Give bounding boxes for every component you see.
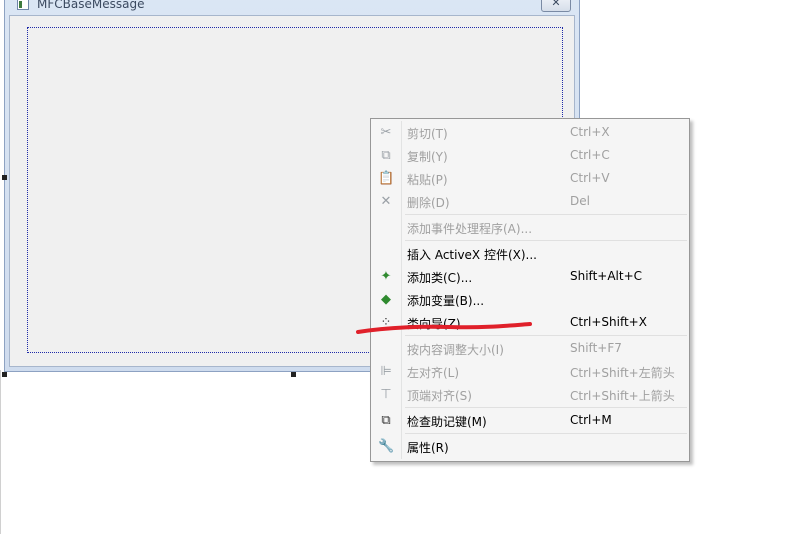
menu-separator [405, 214, 687, 215]
menu-item-shortcut: Shift+Alt+C [570, 269, 643, 283]
copy-icon: ⧉ [381, 148, 391, 163]
dialog-app-icon [17, 0, 29, 10]
mnemonics-icon: ⧉ [381, 413, 391, 428]
menu-item-label: 添加类(C)... [407, 271, 473, 285]
align-left-icon: ⊫ [380, 364, 392, 379]
menu-item-add-event-handler[interactable]: 添加事件处理程序(A)... [373, 216, 687, 239]
editor-left-border [0, 370, 1, 534]
menu-item-insert-activex[interactable]: 插入 ActiveX 控件(X)... [373, 242, 687, 265]
menu-item-delete[interactable]: ✕ 删除(D) Del [373, 190, 687, 213]
menu-item-label: 剪切(T) [407, 127, 448, 141]
menu-item-label: 属性(R) [407, 441, 449, 455]
menu-item-label: 检查助记键(M) [407, 415, 487, 429]
menu-item-shortcut: Ctrl+C [570, 148, 610, 162]
context-menu: ✂ 剪切(T) Ctrl+X ⧉ 复制(Y) Ctrl+C 📋 粘贴(P) Ct… [370, 118, 690, 462]
menu-item-shortcut: Ctrl+M [570, 413, 612, 427]
menu-item-check-mnemonics[interactable]: ⧉ 检查助记键(M) Ctrl+M [373, 409, 687, 432]
menu-item-cut[interactable]: ✂ 剪切(T) Ctrl+X [373, 121, 687, 144]
menu-item-shortcut: Ctrl+X [570, 125, 610, 139]
menu-item-size-to-content[interactable]: 按内容调整大小(I) Shift+F7 [373, 337, 687, 360]
menu-separator [405, 240, 687, 241]
menu-item-add-class[interactable]: ✦ 添加类(C)... Shift+Alt+C [373, 265, 687, 288]
menu-item-label: 添加事件处理程序(A)... [407, 222, 533, 236]
menu-item-label: 顶端对齐(S) [407, 389, 472, 403]
delete-x-icon: ✕ [380, 194, 392, 209]
resize-handle-bottom-left[interactable] [2, 372, 7, 377]
close-button[interactable]: ✕ [541, 0, 571, 12]
red-annotation-underline [356, 322, 532, 334]
menu-item-shortcut: Ctrl+Shift+X [570, 315, 647, 329]
menu-item-align-left[interactable]: ⊫ 左对齐(L) Ctrl+Shift+左箭头 [373, 360, 687, 383]
menu-item-label: 删除(D) [407, 196, 450, 210]
menu-item-paste[interactable]: 📋 粘贴(P) Ctrl+V [373, 167, 687, 190]
menu-item-shortcut: Shift+F7 [570, 341, 622, 355]
menu-item-add-variable[interactable]: ◆ 添加变量(B)... [373, 288, 687, 311]
dialog-titlebar[interactable]: MFCBaseMessage ✕ [5, 0, 579, 13]
resize-handle-left[interactable] [2, 175, 7, 180]
menu-item-label: 按内容调整大小(I) [407, 343, 504, 357]
add-class-icon: ✦ [380, 269, 392, 284]
menu-item-label: 粘贴(P) [407, 173, 448, 187]
menu-item-properties[interactable]: 🔧 属性(R) [373, 435, 687, 458]
menu-item-shortcut: Del [570, 194, 590, 208]
menu-separator [405, 433, 687, 434]
menu-item-shortcut: Ctrl+Shift+左箭头 [570, 366, 675, 380]
menu-item-label: 插入 ActiveX 控件(X)... [407, 248, 537, 262]
clipboard-icon: 📋 [378, 171, 395, 186]
scissors-icon: ✂ [380, 125, 392, 140]
align-top-icon: ⊤ [380, 387, 392, 402]
menu-item-label: 复制(Y) [407, 150, 448, 164]
menu-item-copy[interactable]: ⧉ 复制(Y) Ctrl+C [373, 144, 687, 167]
wrench-icon: 🔧 [378, 439, 395, 454]
menu-item-label: 添加变量(B)... [407, 294, 485, 308]
menu-item-align-top[interactable]: ⊤ 顶端对齐(S) Ctrl+Shift+上箭头 [373, 383, 687, 406]
dialog-title: MFCBaseMessage [37, 0, 145, 11]
menu-item-label: 左对齐(L) [407, 366, 460, 380]
menu-item-shortcut: Ctrl+V [570, 171, 610, 185]
add-variable-icon: ◆ [381, 292, 391, 307]
menu-separator [405, 407, 687, 408]
resize-handle-bottom[interactable] [291, 372, 296, 377]
menu-item-shortcut: Ctrl+Shift+上箭头 [570, 389, 675, 403]
